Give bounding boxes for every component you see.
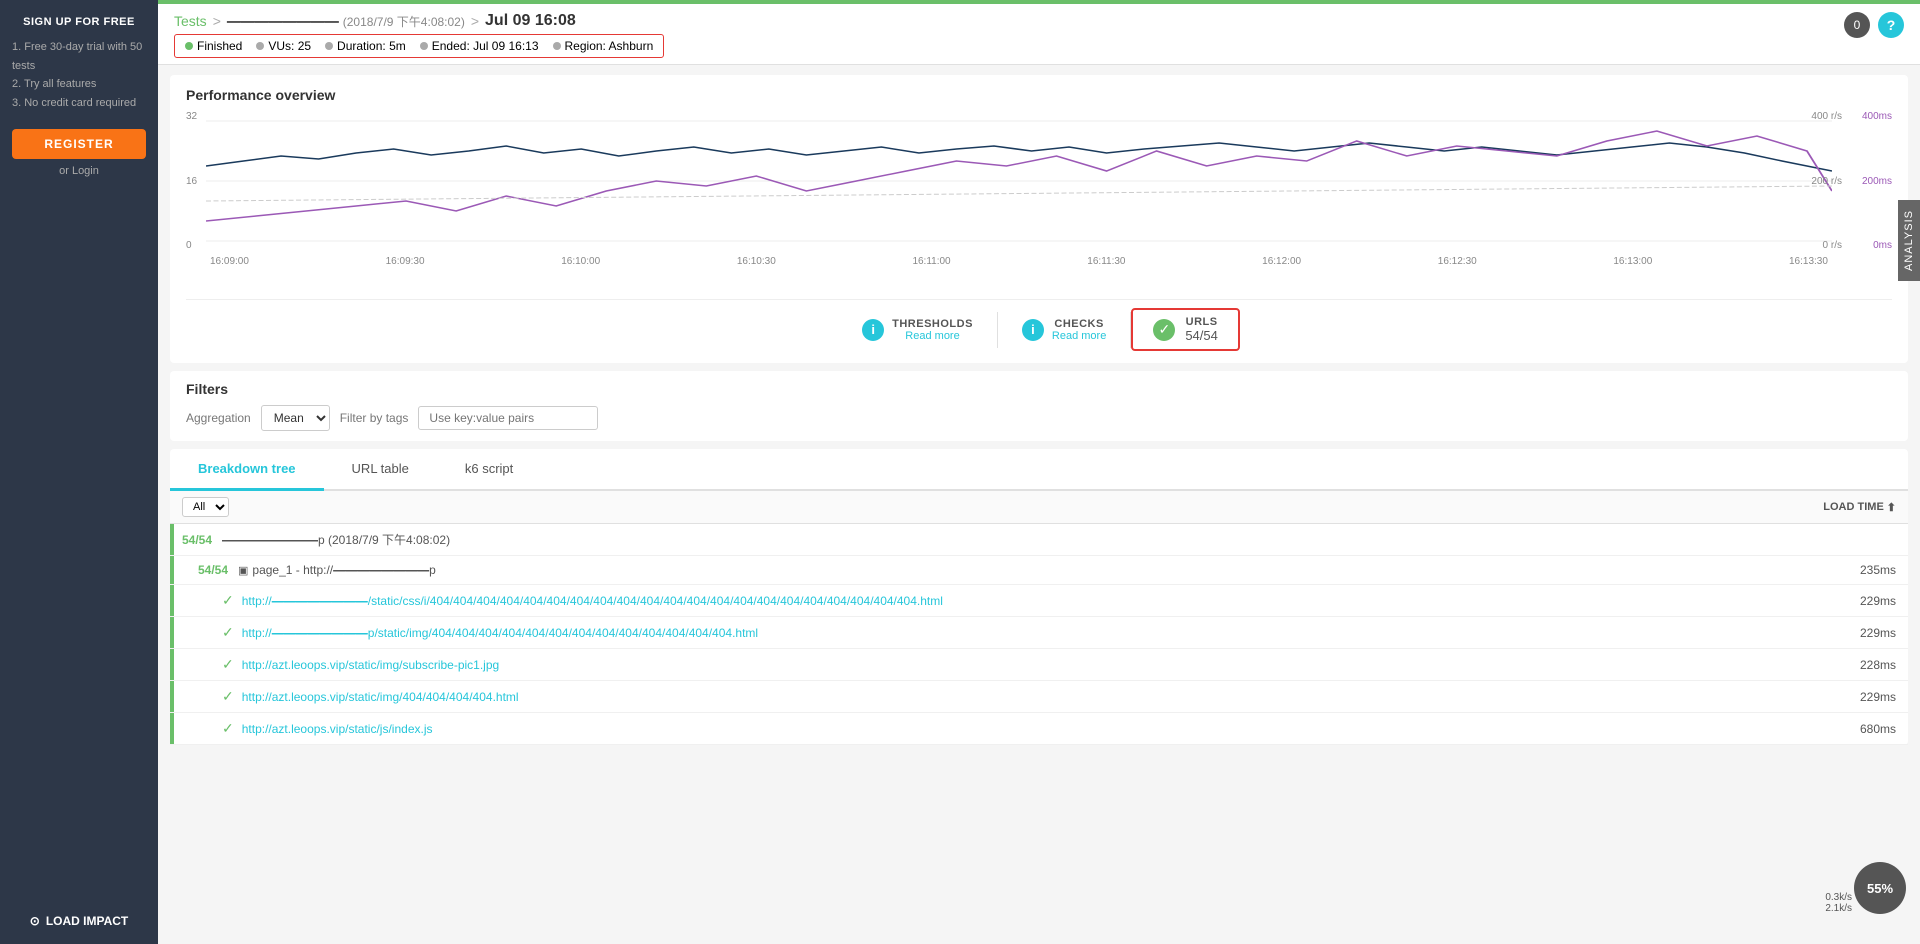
thresholds-text: THRESHOLDS Read more [892,318,973,342]
check-icon: ✓ [222,720,234,737]
urls-metric-box: ✓ URLS 54/54 [1131,308,1240,351]
green-bar [170,585,174,616]
load-time-label: LOAD TIME ⬆ [1823,501,1896,514]
signup-label: SIGN UP FOR FREE [23,16,135,28]
table-section: Breakdown tree URL table k6 script All L… [170,449,1908,745]
region-dot [553,42,561,50]
check-icon: ✓ [222,688,234,705]
logo-icon: ⊙ [30,914,40,928]
filters-title: Filters [186,381,1892,397]
urls-value: 54/54 [1185,328,1218,343]
green-bar [170,713,174,744]
chart-svg [206,111,1832,251]
speed-info: 0.3k/s 2.1k/s [1825,892,1852,914]
help-button[interactable]: ? [1878,12,1904,38]
finished-dot [185,42,193,50]
filter-tags-input[interactable] [418,406,598,430]
thresholds-info-icon[interactable]: i [862,319,884,341]
analysis-panel[interactable]: ANALYSIS [1898,200,1920,281]
content-area: Performance overview 32 16 0 [158,65,1920,944]
duration-dot [325,42,333,50]
table-row: ✓ http://————————/static/css/i/404/404/4… [170,585,1908,617]
table-header: All LOAD TIME ⬆ [170,491,1908,524]
header: Tests > ———————— (2018/7/9 下午4:08:02) > … [158,4,1920,65]
thresholds-metric: i THRESHOLDS Read more [838,312,998,348]
status-finished: Finished [185,39,242,53]
breadcrumb: Tests > ———————— (2018/7/9 下午4:08:02) > … [174,12,1904,30]
green-bar [170,556,174,584]
breadcrumb-test-name: ———————— (2018/7/9 下午4:08:02) [227,13,465,30]
table-row: ✓ http://azt.leoops.vip/static/js/index.… [170,713,1908,745]
speed-badge: 55% [1854,862,1906,914]
tabs-row: Breakdown tree URL table k6 script [170,449,1908,491]
urls-check-icon: ✓ [1153,319,1175,341]
check-icon: ✓ [222,624,234,641]
perf-title: Performance overview [186,87,1892,103]
breadcrumb-tests[interactable]: Tests [174,13,207,29]
chart-x-labels: 16:09:00 16:09:30 16:10:00 16:10:30 16:1… [206,256,1832,267]
aggregation-select[interactable]: Mean [261,405,330,431]
status-region: Region: Ashburn [553,39,654,53]
all-select[interactable]: All [182,497,229,517]
page-title: Jul 09 16:08 [485,12,576,30]
filters-section: Filters Aggregation Mean Filter by tags [170,371,1908,441]
filters-row: Aggregation Mean Filter by tags [186,405,1892,431]
breadcrumb-sep1: > [213,13,221,29]
tab-k6-script[interactable]: k6 script [437,449,541,491]
tab-breakdown-tree[interactable]: Breakdown tree [170,449,324,491]
metrics-row: i THRESHOLDS Read more i CHECKS Read mor… [186,299,1892,351]
sidebar: SIGN UP FOR FREE 1. Free 30-day trial wi… [0,0,158,944]
table-rows: 54/54 ————————p (2018/7/9 下午4:08:02) 54/… [170,524,1908,745]
checks-text: CHECKS Read more [1052,318,1106,342]
status-duration: Duration: 5m [325,39,406,53]
checks-info-icon[interactable]: i [1022,319,1044,341]
performance-overview: Performance overview 32 16 0 [170,75,1908,363]
main-content: Tests > ———————— (2018/7/9 下午4:08:02) > … [158,0,1920,944]
status-bar: Finished VUs: 25 Duration: 5m Ended: Jul… [174,34,664,58]
aggregation-label: Aggregation [186,411,251,425]
vus-dot [256,42,264,50]
green-bar [170,649,174,680]
table-row: ✓ http://azt.leoops.vip/static/img/subsc… [170,649,1908,681]
breadcrumb-sep2: > [471,13,479,29]
green-bar [170,524,174,555]
urls-text: URLS 54/54 [1185,316,1218,343]
filter-tags-label: Filter by tags [340,411,409,425]
table-row: ✓ http://azt.leoops.vip/static/img/404/4… [170,681,1908,713]
table-row: 54/54 ————————p (2018/7/9 下午4:08:02) [170,524,1908,556]
check-icon: ✓ [222,656,234,673]
notification-button[interactable]: 0 [1844,12,1870,38]
sidebar-list: 1. Free 30-day trial with 50 tests 2. Tr… [12,38,146,113]
collapse-icon[interactable]: ▣ [238,564,248,577]
status-ended: Ended: Jul 09 16:13 [420,39,539,53]
brand-logo: ⊙ LOAD IMPACT [0,914,158,928]
checks-metric: i CHECKS Read more [998,312,1131,348]
green-bar [170,681,174,712]
table-row: 54/54 ▣ page_1 - http://————————p 235ms [170,556,1908,585]
register-button[interactable]: REGISTER [12,129,146,159]
tab-url-table[interactable]: URL table [324,449,437,491]
chart-container: 32 16 0 [186,111,1892,291]
status-vus: VUs: 25 [256,39,311,53]
login-link[interactable]: or Login [59,165,99,177]
check-icon: ✓ [222,592,234,609]
chart-y-right2: 400 r/s 200 r/s 0 r/s [1811,111,1842,251]
chart-y-left: 32 16 0 [186,111,201,251]
table-row: ✓ http://————————p/static/img/404/404/40… [170,617,1908,649]
green-bar [170,617,174,648]
ended-dot [420,42,428,50]
chart-y-right: 400ms 200ms 0ms [1858,111,1892,251]
